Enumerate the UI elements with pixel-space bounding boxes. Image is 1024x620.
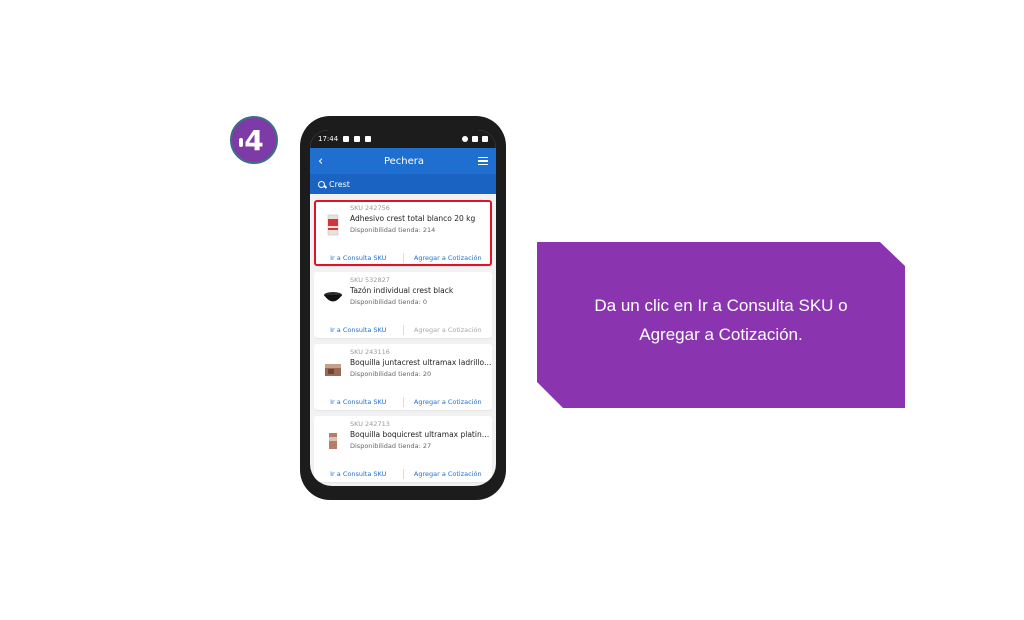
wifi-icon [472,136,478,142]
add-to-quote-button: Agregar a Cotización [413,326,482,334]
notification-icon [343,136,350,142]
grout-bag-icon [329,433,337,449]
callout-line-2: Agregar a Cotización. [639,325,803,344]
add-to-quote-button[interactable]: Agregar a Cotización [404,470,493,478]
card-actions: Ir a Consulta SKU Agregar a Cotización [314,322,492,338]
product-card: SKU 242756 Adhesivo crest total blanco 2… [314,200,492,266]
product-stock: Disponibilidad tienda: 214 [350,226,436,234]
product-name: Boquilla boquicrest ultramax platino ... [350,430,492,439]
instruction-callout: Da un clic en Ir a Consulta SKU o Agrega… [537,242,905,408]
search-input[interactable]: Crest [310,174,496,194]
search-value: Crest [329,179,350,189]
go-to-sku-button[interactable]: Ir a Consulta SKU [314,398,403,406]
battery-icon [482,136,488,142]
product-list: SKU 242756 Adhesivo crest total blanco 2… [310,194,496,482]
search-icon [318,180,325,188]
product-name: Adhesivo crest total blanco 20 kg [350,214,476,223]
step-number-badge: 4 [230,116,278,164]
product-sku: SKU 243116 [350,348,390,356]
go-to-sku-button[interactable]: Ir a Consulta SKU [314,470,403,478]
product-name: Tazón individual crest black [350,286,454,295]
product-card: SKU 532827 Tazón individual crest black … [314,272,492,338]
go-to-sku-button[interactable]: Ir a Consulta SKU [314,254,403,262]
hamburger-menu-icon[interactable] [478,156,488,166]
adhesive-bag-icon [327,214,339,236]
add-to-quote-button[interactable]: Agregar a Cotización [404,398,493,406]
step-number: 4 [244,123,264,157]
callout-line-1: Da un clic en Ir a Consulta SKU o [594,296,848,315]
product-card: SKU 242713 Boquilla boquicrest ultramax … [314,416,492,482]
phone-frame: 17:44 ‹ Pechera Crest SKU 242756 Adhesiv… [300,116,506,500]
notification-icon [354,136,361,142]
product-card: SKU 243116 Boquilla juntacrest ultramax … [314,344,492,410]
go-to-sku-button[interactable]: Ir a Consulta SKU [314,326,403,334]
card-actions: Ir a Consulta SKU Agregar a Cotización [314,250,492,266]
product-sku: SKU 242713 [350,420,390,428]
product-stock: Disponibilidad tienda: 0 [350,298,428,306]
back-arrow-icon[interactable]: ‹ [318,154,330,169]
grout-box-icon [325,364,341,376]
product-stock: Disponibilidad tienda: 27 [350,442,432,450]
product-stock: Disponibilidad tienda: 20 [350,370,432,378]
product-sku: SKU 532827 [350,276,390,284]
phone-screen: 17:44 ‹ Pechera Crest SKU 242756 Adhesiv… [310,130,496,486]
app-bar: ‹ Pechera [310,148,496,174]
add-to-quote-button[interactable]: Agregar a Cotización [404,254,493,262]
badge-dot [239,138,243,147]
card-actions: Ir a Consulta SKU Agregar a Cotización [314,466,492,482]
camera-notch [372,130,438,148]
notification-icon [365,136,372,142]
status-time: 17:44 [318,135,339,143]
app-title: Pechera [383,155,425,167]
product-sku: SKU 242756 [350,204,390,212]
signal-icon [462,136,468,142]
card-actions: Ir a Consulta SKU Agregar a Cotización [314,394,492,410]
product-name: Boquilla juntacrest ultramax ladrillo 5.… [350,358,492,367]
bowl-icon [324,292,342,302]
